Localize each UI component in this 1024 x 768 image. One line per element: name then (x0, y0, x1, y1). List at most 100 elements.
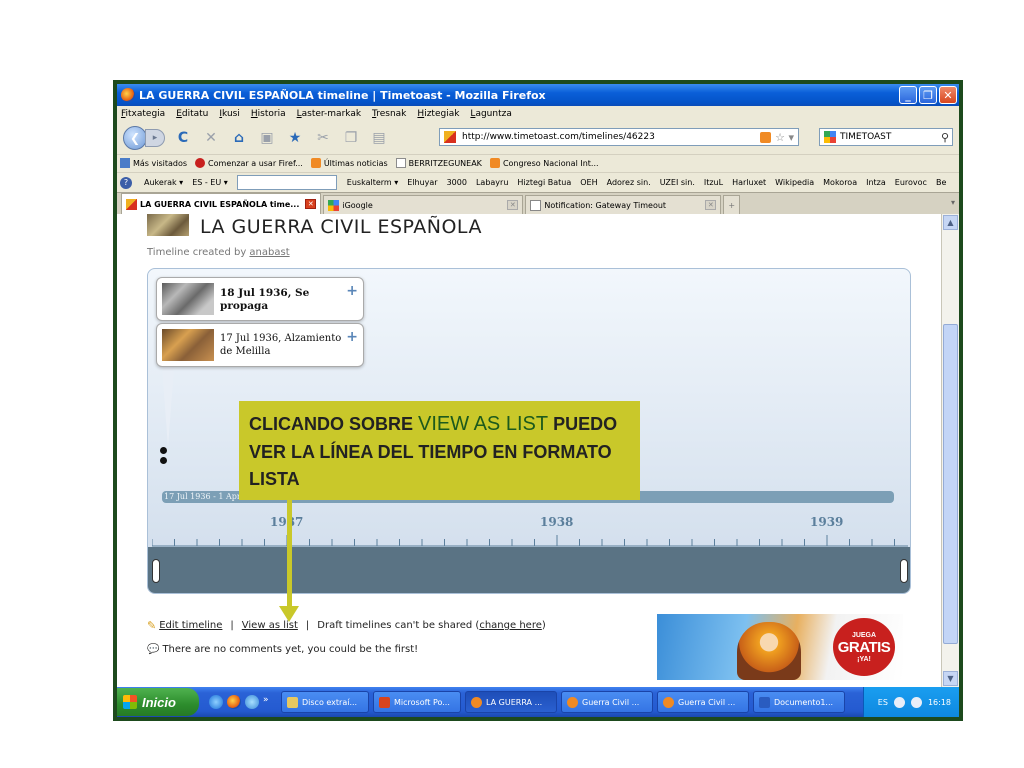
scroll-thumb[interactable] (943, 324, 958, 644)
tab-timeline[interactable]: LA GUERRA CIVIL ESPAÑOLA time... ✕ (121, 193, 322, 214)
volume-icon[interactable] (910, 696, 922, 708)
taskbar-item[interactable]: Documento1... (753, 691, 845, 713)
timeline-event[interactable]: 17 Jul 1936, Alzamiento de Melilla + (156, 323, 364, 367)
taskbar-item[interactable]: Disco extraí... (281, 691, 369, 713)
internet-explorer-icon[interactable] (209, 695, 223, 709)
copy-icon[interactable]: ❐ (341, 128, 361, 148)
menu-laster-markak[interactable]: Laster-markak (297, 109, 361, 119)
firefox-icon[interactable] (227, 695, 241, 709)
tab-notification[interactable]: Notification: Gateway Timeout ✕ (525, 195, 722, 214)
expand-plus-icon[interactable]: + (346, 283, 358, 299)
language-indicator[interactable]: ES (878, 698, 888, 707)
taskbar-item[interactable]: Guerra Civil ... (657, 691, 749, 713)
toolbar-link[interactable]: Hiztegi Batua (517, 178, 571, 187)
toolbar-link[interactable]: Be (936, 178, 946, 187)
menu-tresnak[interactable]: Tresnak (372, 109, 406, 119)
taskbar-item[interactable]: Guerra Civil ... (561, 691, 653, 713)
play-free-badge[interactable]: JUEGA GRATIS ¡YA! (833, 618, 895, 676)
tab-close-icon[interactable]: ✕ (305, 199, 317, 209)
scroll-down-icon[interactable]: ▼ (943, 671, 958, 686)
home-icon[interactable]: ⌂ (229, 128, 249, 148)
menu-fitxategia[interactable]: Fitxategia (121, 109, 165, 119)
vertical-scrollbar[interactable]: ▲ ▼ (941, 214, 959, 687)
bookmark-item[interactable]: Congreso Nacional Int... (489, 158, 599, 168)
close-button[interactable]: ✕ (939, 86, 957, 104)
back-button[interactable]: ❮ (123, 126, 147, 150)
taskbar-item[interactable]: Microsoft Po... (373, 691, 461, 713)
toolbar-link[interactable]: UZEI sin. (660, 178, 695, 187)
toolbar-link[interactable]: Euskalterm ▾ (347, 178, 398, 187)
bookmark-star-icon[interactable]: ★ (285, 128, 305, 148)
event-marker[interactable] (160, 457, 167, 464)
quicktime-icon[interactable] (245, 695, 259, 709)
help-icon[interactable]: ? (120, 176, 132, 189)
forward-button[interactable]: ▸ (145, 129, 165, 147)
comments-text: There are no comments yet, you could be … (162, 644, 419, 655)
paste-icon[interactable]: ▤ (369, 128, 389, 148)
toolbar-link[interactable]: Harluxet (732, 178, 766, 187)
toolbar-link[interactable]: Wikipedia (775, 178, 814, 187)
quick-launch: » (209, 695, 281, 709)
menu-historia[interactable]: Historia (251, 109, 286, 119)
url-text[interactable]: http://www.timetoast.com/timelines/46223 (462, 132, 760, 142)
minimize-button[interactable]: _ (899, 86, 917, 104)
toolbar-link[interactable]: 3000 (447, 178, 467, 187)
search-engine-icon[interactable] (824, 131, 836, 143)
range-handle-right[interactable] (900, 559, 908, 583)
edit-timeline-link[interactable]: Edit timeline (159, 620, 222, 631)
bookmark-item[interactable]: Comenzar a usar Firef... (195, 158, 303, 168)
bookmark-item[interactable]: Últimas noticias (310, 158, 388, 168)
tab-igoogle[interactable]: iGoogle ✕ (323, 195, 524, 214)
author-link[interactable]: anabast (249, 247, 289, 258)
menu-hiztegiak[interactable]: Hiztegiak (417, 109, 459, 119)
reload-icon[interactable]: C (173, 128, 193, 148)
bookmark-item[interactable]: BERRITZEGUNEAK (395, 158, 482, 168)
stop-icon[interactable]: ✕ (201, 128, 221, 148)
network-icon[interactable] (893, 696, 905, 708)
menu-editatu[interactable]: Editatu (176, 109, 208, 119)
change-here-link[interactable]: change here (479, 620, 542, 631)
timeline-scroll-band[interactable] (148, 547, 910, 593)
toolbar-link[interactable]: Labayru (476, 178, 508, 187)
toolbar-link[interactable]: Mokoroa (823, 178, 857, 187)
clock[interactable]: 16:18 (928, 698, 951, 707)
toolbar-link[interactable]: Eurovoc (895, 178, 927, 187)
bookmark-page-icon[interactable]: ▣ (257, 128, 277, 148)
cartoon-character-icon (737, 622, 801, 680)
event-marker[interactable] (160, 447, 167, 454)
maximize-button[interactable]: ❐ (919, 86, 937, 104)
start-button[interactable]: Inicio (117, 688, 199, 716)
scroll-up-icon[interactable]: ▲ (943, 215, 958, 230)
timeline-event[interactable]: 18 Jul 1936, Se propaga + (156, 277, 364, 321)
dictionary-search-input[interactable] (236, 175, 337, 190)
tab-close-icon[interactable]: ✕ (507, 200, 519, 210)
url-bar[interactable]: http://www.timetoast.com/timelines/46223… (439, 128, 799, 146)
expand-plus-icon[interactable]: + (346, 329, 358, 345)
taskbar-item[interactable]: LA GUERRA ... (465, 691, 557, 713)
tab-list-icon[interactable]: ▾ (951, 198, 955, 207)
advertisement-banner[interactable]: JUEGA GRATIS ¡YA! (657, 614, 903, 680)
toolbar-link[interactable]: ItzuL (704, 178, 723, 187)
bookmarks-toolbar: Más visitados Comenzar a usar Firef... Ú… (117, 154, 959, 171)
range-handle-left[interactable] (152, 559, 160, 583)
menu-laguntza[interactable]: Laguntza (470, 109, 511, 119)
toolbar-language[interactable]: ES - EU ▾ (192, 178, 228, 187)
more-icon[interactable]: » (263, 695, 273, 709)
toolbar-link[interactable]: Adorez sin. (607, 178, 651, 187)
toolbar-link[interactable]: OEH (580, 178, 597, 187)
bookmark-item[interactable]: Más visitados (120, 158, 187, 168)
tab-close-icon[interactable]: ✕ (705, 200, 717, 210)
search-bar[interactable]: TIMETOAST ⚲ (819, 128, 953, 146)
toolbar-link[interactable]: Elhuyar (407, 178, 437, 187)
rss-feed-icon[interactable] (760, 131, 772, 143)
search-icon[interactable]: ⚲ (941, 131, 949, 144)
toolbar-options[interactable]: Aukerak ▾ (144, 178, 183, 187)
menu-ikusi[interactable]: Ikusi (219, 109, 240, 119)
search-engine-label[interactable]: TIMETOAST (840, 132, 941, 142)
bookmark-toggle-icon[interactable]: ☆ ▾ (775, 131, 794, 144)
new-tab-button[interactable]: + (723, 195, 741, 214)
toolbar-link[interactable]: Intza (866, 178, 886, 187)
firefox-icon (663, 696, 674, 708)
cut-icon[interactable]: ✂ (313, 128, 333, 148)
firefox-icon (121, 88, 135, 102)
